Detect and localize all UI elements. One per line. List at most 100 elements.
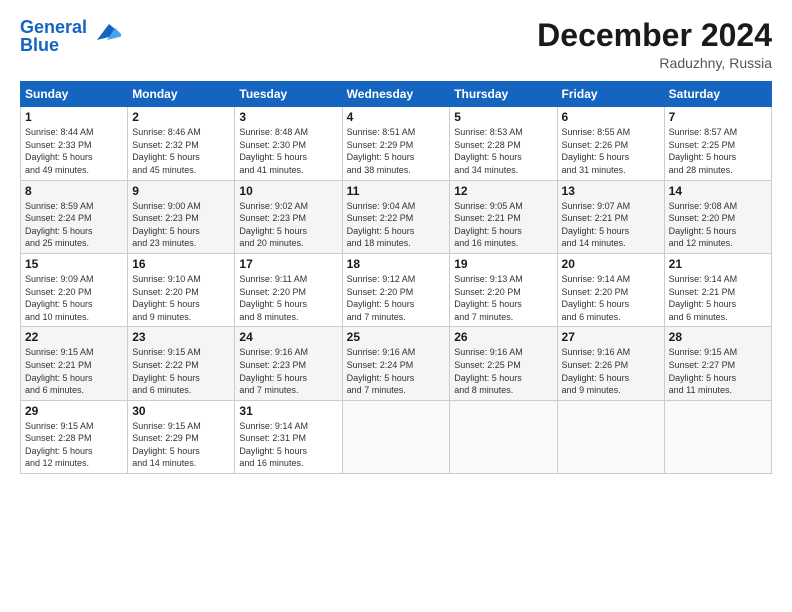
- day-cell-14: 14Sunrise: 9:08 AM Sunset: 2:20 PM Dayli…: [664, 180, 771, 253]
- day-cell-30: 30 Sunrise: 9:15 AM Sunset: 2:29 PM Dayli…: [128, 400, 235, 473]
- day-cell-23: 23 Sunrise: 9:15 AM Sunset: 2:22 PM Dayli…: [128, 327, 235, 400]
- day-info: Sunrise: 8:44 AM Sunset: 2:33 PM Dayligh…: [25, 126, 123, 176]
- day-cell-10: 10Sunrise: 9:02 AM Sunset: 2:23 PM Dayli…: [235, 180, 342, 253]
- day-number: 27: [562, 330, 660, 344]
- day-cell-26: 26 Sunrise: 9:16 AM Sunset: 2:25 PM Dayli…: [450, 327, 557, 400]
- day-info: Sunrise: 9:15 AM Sunset: 2:27 PM Dayligh…: [669, 346, 767, 396]
- week-row-4: 22 Sunrise: 9:15 AM Sunset: 2:21 PM Dayli…: [21, 327, 772, 400]
- day-info: Sunrise: 9:15 AM Sunset: 2:22 PM Dayligh…: [132, 346, 230, 396]
- day-info: Sunrise: 9:11 AM Sunset: 2:20 PM Dayligh…: [239, 273, 337, 323]
- day-info: Sunrise: 9:16 AM Sunset: 2:24 PM Dayligh…: [347, 346, 446, 396]
- day-cell-7: 7 Sunrise: 8:57 AM Sunset: 2:25 PM Daylig…: [664, 107, 771, 180]
- week-row-5: 29 Sunrise: 9:15 AM Sunset: 2:28 PM Dayli…: [21, 400, 772, 473]
- header: General Blue December 2024 Raduzhny, Rus…: [20, 18, 772, 71]
- empty-cell: [450, 400, 557, 473]
- day-number: 26: [454, 330, 552, 344]
- day-cell-12: 12 Sunrise: 9:05 AM Sunset: 2:21 PM Dayli…: [450, 180, 557, 253]
- day-cell-11: 11Sunrise: 9:04 AM Sunset: 2:22 PM Dayli…: [342, 180, 450, 253]
- day-number: 9: [132, 184, 230, 198]
- day-number: 12: [454, 184, 552, 198]
- location: Raduzhny, Russia: [537, 55, 772, 71]
- day-cell-9: 9 Sunrise: 9:00 AM Sunset: 2:23 PM Daylig…: [128, 180, 235, 253]
- day-number: 8: [25, 184, 123, 198]
- day-number: 20: [562, 257, 660, 271]
- day-cell-27: 27 Sunrise: 9:16 AM Sunset: 2:26 PM Dayli…: [557, 327, 664, 400]
- page: General Blue December 2024 Raduzhny, Rus…: [0, 0, 792, 612]
- day-cell-25: 25 Sunrise: 9:16 AM Sunset: 2:24 PM Dayli…: [342, 327, 450, 400]
- month-title: December 2024: [537, 18, 772, 53]
- day-info: Sunrise: 9:07 AM Sunset: 2:21 PM Dayligh…: [562, 200, 660, 250]
- day-number: 18: [347, 257, 446, 271]
- calendar: SundayMondayTuesdayWednesdayThursdayFrid…: [20, 81, 772, 474]
- logo-text-general: General: [20, 17, 87, 37]
- logo-text: General Blue: [20, 18, 87, 54]
- day-info: Sunrise: 8:53 AM Sunset: 2:28 PM Dayligh…: [454, 126, 552, 176]
- empty-cell: [664, 400, 771, 473]
- day-info: Sunrise: 9:15 AM Sunset: 2:21 PM Dayligh…: [25, 346, 123, 396]
- day-number: 17: [239, 257, 337, 271]
- col-header-tuesday: Tuesday: [235, 82, 342, 107]
- empty-cell: [557, 400, 664, 473]
- day-info: Sunrise: 9:08 AM Sunset: 2:20 PM Dayligh…: [669, 200, 767, 250]
- day-cell-5: 5 Sunrise: 8:53 AM Sunset: 2:28 PM Daylig…: [450, 107, 557, 180]
- day-info: Sunrise: 8:57 AM Sunset: 2:25 PM Dayligh…: [669, 126, 767, 176]
- col-header-saturday: Saturday: [664, 82, 771, 107]
- day-info: Sunrise: 9:02 AM Sunset: 2:23 PM Dayligh…: [239, 200, 337, 250]
- day-number: 5: [454, 110, 552, 124]
- day-info: Sunrise: 9:16 AM Sunset: 2:26 PM Dayligh…: [562, 346, 660, 396]
- day-cell-18: 18Sunrise: 9:12 AM Sunset: 2:20 PM Dayli…: [342, 253, 450, 326]
- day-cell-6: 6 Sunrise: 8:55 AM Sunset: 2:26 PM Daylig…: [557, 107, 664, 180]
- day-number: 23: [132, 330, 230, 344]
- col-header-sunday: Sunday: [21, 82, 128, 107]
- day-info: Sunrise: 9:15 AM Sunset: 2:28 PM Dayligh…: [25, 420, 123, 470]
- day-number: 2: [132, 110, 230, 124]
- day-cell-15: 15Sunrise: 9:09 AM Sunset: 2:20 PM Dayli…: [21, 253, 128, 326]
- day-cell-8: 8 Sunrise: 8:59 AM Sunset: 2:24 PM Daylig…: [21, 180, 128, 253]
- day-info: Sunrise: 9:13 AM Sunset: 2:20 PM Dayligh…: [454, 273, 552, 323]
- day-cell-4: 4 Sunrise: 8:51 AM Sunset: 2:29 PM Daylig…: [342, 107, 450, 180]
- day-info: Sunrise: 9:16 AM Sunset: 2:25 PM Dayligh…: [454, 346, 552, 396]
- day-info: Sunrise: 9:05 AM Sunset: 2:21 PM Dayligh…: [454, 200, 552, 250]
- day-number: 24: [239, 330, 337, 344]
- day-info: Sunrise: 9:14 AM Sunset: 2:21 PM Dayligh…: [669, 273, 767, 323]
- day-number: 3: [239, 110, 337, 124]
- day-info: Sunrise: 9:00 AM Sunset: 2:23 PM Dayligh…: [132, 200, 230, 250]
- empty-cell: [342, 400, 450, 473]
- logo-icon: [89, 16, 121, 48]
- week-row-3: 15Sunrise: 9:09 AM Sunset: 2:20 PM Dayli…: [21, 253, 772, 326]
- day-info: Sunrise: 8:51 AM Sunset: 2:29 PM Dayligh…: [347, 126, 446, 176]
- day-number: 4: [347, 110, 446, 124]
- day-number: 30: [132, 404, 230, 418]
- day-number: 1: [25, 110, 123, 124]
- week-row-2: 8 Sunrise: 8:59 AM Sunset: 2:24 PM Daylig…: [21, 180, 772, 253]
- day-number: 16: [132, 257, 230, 271]
- day-info: Sunrise: 8:55 AM Sunset: 2:26 PM Dayligh…: [562, 126, 660, 176]
- day-number: 22: [25, 330, 123, 344]
- day-info: Sunrise: 8:48 AM Sunset: 2:30 PM Dayligh…: [239, 126, 337, 176]
- day-cell-17: 17 Sunrise: 9:11 AM Sunset: 2:20 PM Dayli…: [235, 253, 342, 326]
- day-number: 6: [562, 110, 660, 124]
- day-cell-22: 22 Sunrise: 9:15 AM Sunset: 2:21 PM Dayli…: [21, 327, 128, 400]
- logo-text-blue: Blue: [20, 35, 59, 55]
- day-info: Sunrise: 8:46 AM Sunset: 2:32 PM Dayligh…: [132, 126, 230, 176]
- day-cell-24: 24 Sunrise: 9:16 AM Sunset: 2:23 PM Dayli…: [235, 327, 342, 400]
- title-block: December 2024 Raduzhny, Russia: [537, 18, 772, 71]
- day-number: 19: [454, 257, 552, 271]
- day-cell-13: 13 Sunrise: 9:07 AM Sunset: 2:21 PM Dayli…: [557, 180, 664, 253]
- logo: General Blue: [20, 18, 121, 54]
- day-info: Sunrise: 9:16 AM Sunset: 2:23 PM Dayligh…: [239, 346, 337, 396]
- calendar-header-row: SundayMondayTuesdayWednesdayThursdayFrid…: [21, 82, 772, 107]
- day-number: 29: [25, 404, 123, 418]
- day-cell-21: 21Sunrise: 9:14 AM Sunset: 2:21 PM Dayli…: [664, 253, 771, 326]
- day-info: Sunrise: 9:15 AM Sunset: 2:29 PM Dayligh…: [132, 420, 230, 470]
- day-info: Sunrise: 9:14 AM Sunset: 2:20 PM Dayligh…: [562, 273, 660, 323]
- day-number: 25: [347, 330, 446, 344]
- day-number: 13: [562, 184, 660, 198]
- day-number: 7: [669, 110, 767, 124]
- col-header-monday: Monday: [128, 82, 235, 107]
- day-info: Sunrise: 8:59 AM Sunset: 2:24 PM Dayligh…: [25, 200, 123, 250]
- day-cell-20: 20 Sunrise: 9:14 AM Sunset: 2:20 PM Dayli…: [557, 253, 664, 326]
- day-info: Sunrise: 9:14 AM Sunset: 2:31 PM Dayligh…: [239, 420, 337, 470]
- day-info: Sunrise: 9:09 AM Sunset: 2:20 PM Dayligh…: [25, 273, 123, 323]
- col-header-wednesday: Wednesday: [342, 82, 450, 107]
